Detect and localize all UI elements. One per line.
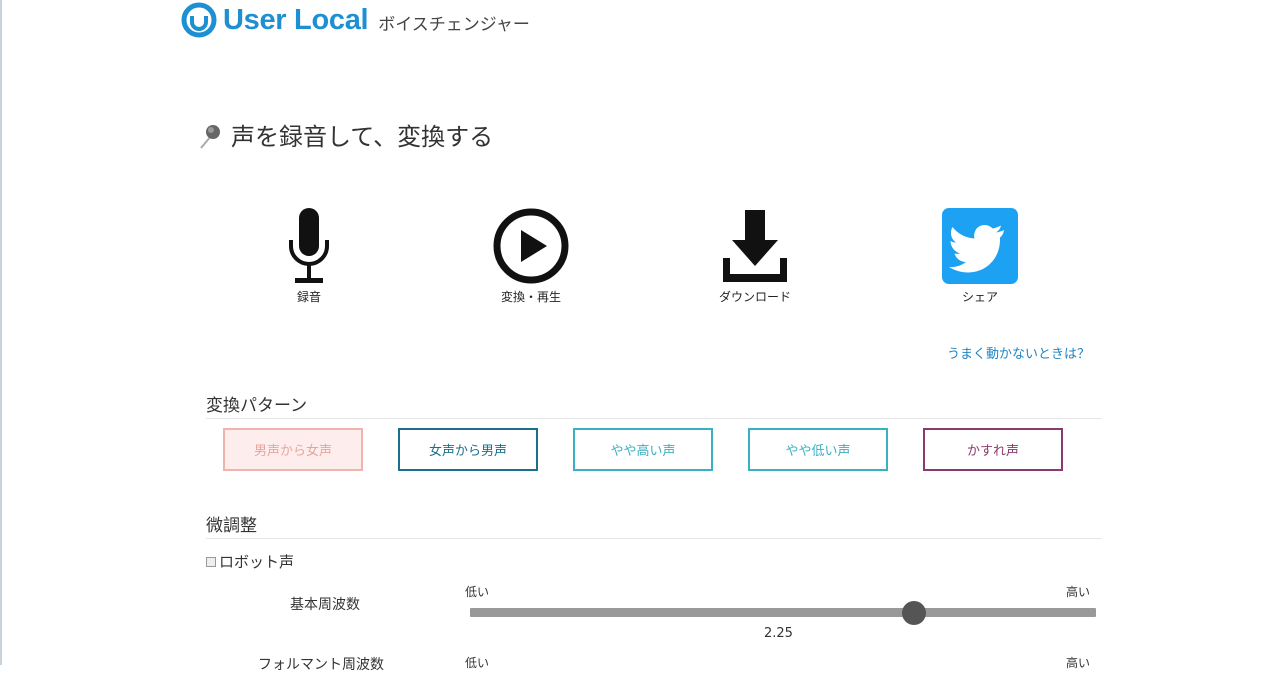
help-link[interactable]: うまく動かないときは？ <box>947 343 1090 362</box>
record-button[interactable]: 録音 <box>234 206 384 305</box>
download-button[interactable]: ダウンロード <box>680 206 830 305</box>
share-button[interactable]: シェア <box>905 206 1055 305</box>
microphone-icon <box>200 124 220 149</box>
section-title: 声を録音して、変換する <box>197 117 493 152</box>
download-icon <box>723 210 787 282</box>
pattern-male-to-female-button[interactable]: 男声から女声 <box>223 428 363 471</box>
pitch-high-label: 高い <box>1066 585 1091 599</box>
divider <box>206 418 1102 419</box>
convert-play-label: 変換・再生 <box>500 290 561 304</box>
pitch-value: 2.25 <box>764 626 793 641</box>
formant-low-label: 低い <box>465 656 490 670</box>
twitter-icon <box>942 208 1018 284</box>
robot-voice-checkbox[interactable] <box>206 556 216 567</box>
fine-tune-heading: 微調整 <box>206 516 257 536</box>
formant-high-label: 高い <box>1066 656 1091 670</box>
robot-voice-label: ロボット声 <box>219 553 295 571</box>
formant-label: フォルマント周波数 <box>258 657 384 673</box>
window-edge <box>0 0 2 665</box>
pitch-label: 基本周波数 <box>290 597 360 613</box>
logo[interactable]: User Local ボイスチェンジャー <box>181 2 530 38</box>
convert-play-button[interactable]: 変換・再生 <box>456 206 606 305</box>
pattern-husky-button[interactable]: かすれ声 <box>923 428 1063 471</box>
divider <box>206 538 1102 539</box>
share-label: シェア <box>961 290 998 304</box>
logo-text: User Local <box>223 3 369 36</box>
play-circle-icon <box>493 208 569 284</box>
pattern-female-to-male-button[interactable]: 女声から男声 <box>398 428 538 471</box>
pitch-low-label: 低い <box>465 585 490 599</box>
pattern-heading: 変換パターン <box>206 396 308 416</box>
pattern-slightly-high-button[interactable]: やや高い声 <box>573 428 713 471</box>
page-title: 声を録音して、変換する <box>231 123 494 151</box>
download-label: ダウンロード <box>718 290 791 304</box>
microphone-icon <box>289 208 329 283</box>
record-label: 録音 <box>296 290 321 304</box>
user-local-logo-icon <box>181 2 217 38</box>
app-name: ボイスチェンジャー <box>378 14 530 35</box>
robot-voice-option[interactable]: ロボット声 <box>206 551 294 572</box>
pitch-slider-track[interactable] <box>470 608 1096 617</box>
pitch-slider-handle[interactable] <box>902 601 927 625</box>
pattern-slightly-low-button[interactable]: やや低い声 <box>748 428 888 471</box>
